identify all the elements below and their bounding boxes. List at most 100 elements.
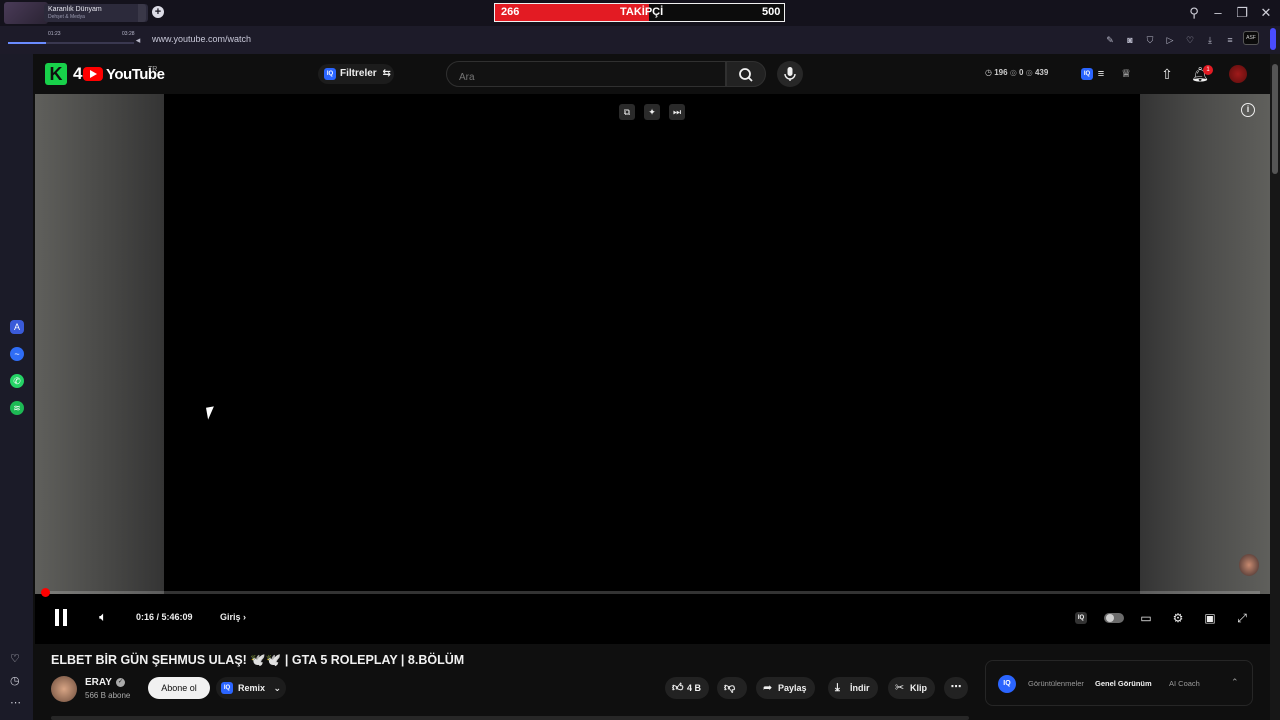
browser-tab-bar: Karanlık Dünyam Dehşet & Medya + 266 TAK… (0, 0, 1280, 26)
video-scrubber-handle[interactable] (41, 588, 51, 597)
content-edge (51, 716, 969, 720)
clock-icon: ◷ (985, 68, 992, 77)
media-mini-player[interactable]: 01:23 03:28 (4, 28, 142, 48)
iq-tab-ai-coach[interactable]: AI Coach (1169, 679, 1200, 688)
remix-label: Remix (238, 683, 266, 693)
streamer-avatar (1239, 554, 1259, 576)
channel-avatar[interactable] (51, 676, 77, 702)
theater-mode-icon[interactable]: ▣ (1202, 610, 1218, 626)
share-label: Paylaş (778, 683, 807, 693)
play-icon[interactable]: ▷ (1164, 34, 1176, 46)
youtube-logo-icon[interactable] (83, 67, 103, 81)
download-label: İndir (850, 683, 870, 693)
search-magnifier-icon (739, 68, 753, 82)
share-arrow-icon: ➦ (763, 682, 773, 694)
spotify-icon[interactable]: ≋ (10, 401, 24, 415)
filters-label: Filtreler (340, 68, 377, 79)
camera-icon[interactable]: ◙ (1124, 34, 1136, 46)
account-avatar[interactable] (1229, 65, 1247, 83)
ambient-glow-left (35, 94, 164, 594)
iq-remix-icon: IQ (221, 682, 233, 694)
dislike-button[interactable]: 👎︎ (717, 677, 747, 699)
info-icon[interactable]: i (1241, 103, 1255, 117)
like-button[interactable]: 👍︎ 4 B (665, 677, 710, 699)
scissors-icon: ✂ (895, 682, 905, 694)
settings-gear-icon[interactable]: ⚙ (1170, 610, 1186, 626)
chevron-up-icon[interactable]: ⌃ (1231, 677, 1239, 688)
upload-icon[interactable]: ⇧ (1158, 65, 1176, 83)
extension-logo[interactable]: 4 (73, 64, 82, 84)
tab-close-icon[interactable] (138, 4, 146, 22)
clip-button[interactable]: ✂ Klip (888, 677, 935, 699)
skip-next-icon[interactable]: ⏭︎ (669, 104, 685, 120)
app-store-icon[interactable]: A (10, 320, 24, 334)
download-button[interactable]: ⤓ İndir (828, 677, 878, 699)
pause-icon[interactable] (54, 609, 68, 626)
thumbs-down-icon: 👎︎ (724, 682, 736, 694)
tab-title: Karanlık Dünyam (48, 6, 102, 13)
iq-tab-overview[interactable]: Genel Görünüm (1095, 679, 1152, 688)
chapter-label: Giriş (220, 612, 241, 622)
address-bar: 01:23 03:28 ◂ www.youtube.com/watch ✎ ◙ … (0, 26, 1280, 54)
autoplay-toggle[interactable] (1104, 613, 1124, 623)
microphone-icon (784, 67, 796, 81)
filters-button[interactable]: IQ Filtreler ⇆ (318, 64, 394, 84)
chevron-down-icon: ⌄ (273, 683, 282, 693)
close-icon[interactable]: ✕ (1258, 5, 1274, 21)
player-controls: 🔈︎ 0:16 / 5:46:09 Giriş › IQ ▭ ⚙ ▣ ⤢ (35, 599, 1270, 639)
miniplayer-icon[interactable]: ⧉ (619, 104, 635, 120)
iq-panel-icon: IQ (998, 675, 1016, 693)
minimize-icon[interactable]: – (1210, 5, 1226, 21)
download-arrow-icon: ⤓ (835, 682, 840, 694)
url-text[interactable]: www.youtube.com/watch (152, 34, 251, 44)
heart-icon[interactable]: ♡ (1184, 34, 1196, 46)
video-player[interactable]: ⧉ ✦ ⏭︎ i 🔈︎ 0:16 / 5:46:09 Giriş › IQ ▭ … (35, 94, 1270, 644)
follower-goal-bar: 266 TAKİPÇİ 500 (494, 3, 785, 22)
search-input[interactable] (446, 61, 726, 87)
kick-logo-icon[interactable]: K (45, 63, 67, 85)
volume-icon[interactable]: 🔈︎ (95, 609, 111, 625)
more-actions-button[interactable]: ⋯ (944, 677, 968, 699)
ambient-glow-right (1140, 94, 1270, 594)
whatsapp-icon[interactable]: ✆ (10, 374, 24, 388)
trophy-icon[interactable]: ♕ (1117, 65, 1135, 83)
edit-icon[interactable]: ✎ (1104, 34, 1116, 46)
video-frame[interactable] (164, 94, 1140, 594)
subtitles-icon[interactable]: ▭ (1138, 610, 1154, 626)
iq-player-icon[interactable]: IQ (1075, 612, 1087, 624)
browser-tab[interactable]: Karanlık Dünyam Dehşet & Medya (44, 4, 148, 22)
download-icon[interactable]: ⤓ (1204, 34, 1216, 46)
video-progress-bar[interactable] (41, 588, 1260, 597)
iq-tab-views[interactable]: Görüntülenmeler (1028, 679, 1084, 688)
list-icon[interactable]: ≡ (1092, 65, 1110, 83)
shield-icon[interactable]: ⛉ (1144, 34, 1156, 46)
subscriber-count: 566 B abone (85, 691, 131, 700)
fullscreen-icon[interactable]: ⤢ (1234, 610, 1250, 626)
chapter-button[interactable]: Giriş › (220, 612, 246, 622)
follower-label: TAKİPÇİ (620, 6, 664, 18)
more-dots-icon[interactable]: ⋯ (10, 696, 21, 709)
stat-views2: 439 (1034, 68, 1049, 77)
media-progress[interactable] (8, 42, 134, 44)
menu-icon[interactable]: ≡ (1224, 34, 1236, 46)
history-clock-icon[interactable]: ◷ (10, 674, 20, 687)
voice-search-button[interactable] (777, 61, 803, 87)
tab-thumbnail[interactable] (4, 2, 48, 24)
maximize-icon[interactable]: ❐ (1234, 5, 1250, 21)
speaker-icon[interactable]: ◂ (132, 34, 144, 46)
channel-name[interactable]: ERAY (85, 677, 112, 688)
messenger-icon[interactable]: ~ (10, 347, 24, 361)
page-scrollbar-thumb[interactable] (1272, 64, 1278, 174)
page-scrollbar[interactable] (1270, 54, 1280, 720)
extension-badge[interactable]: ASF (1243, 31, 1259, 45)
remix-button[interactable]: IQ Remix ⌄ (216, 677, 286, 699)
share-button[interactable]: ➦ Paylaş (756, 677, 815, 699)
search-button[interactable] (726, 61, 766, 87)
sparkle-icon[interactable]: ✦ (644, 104, 660, 120)
new-tab-plus-icon[interactable]: + (152, 6, 164, 18)
like-count: 4 B (687, 683, 702, 693)
favorites-heart-icon[interactable]: ♡ (10, 652, 20, 665)
search-icon[interactable]: ⚲ (1186, 5, 1202, 21)
subscribe-button[interactable]: Abone ol (148, 677, 210, 699)
sliders-icon: ⇆ (382, 68, 391, 79)
